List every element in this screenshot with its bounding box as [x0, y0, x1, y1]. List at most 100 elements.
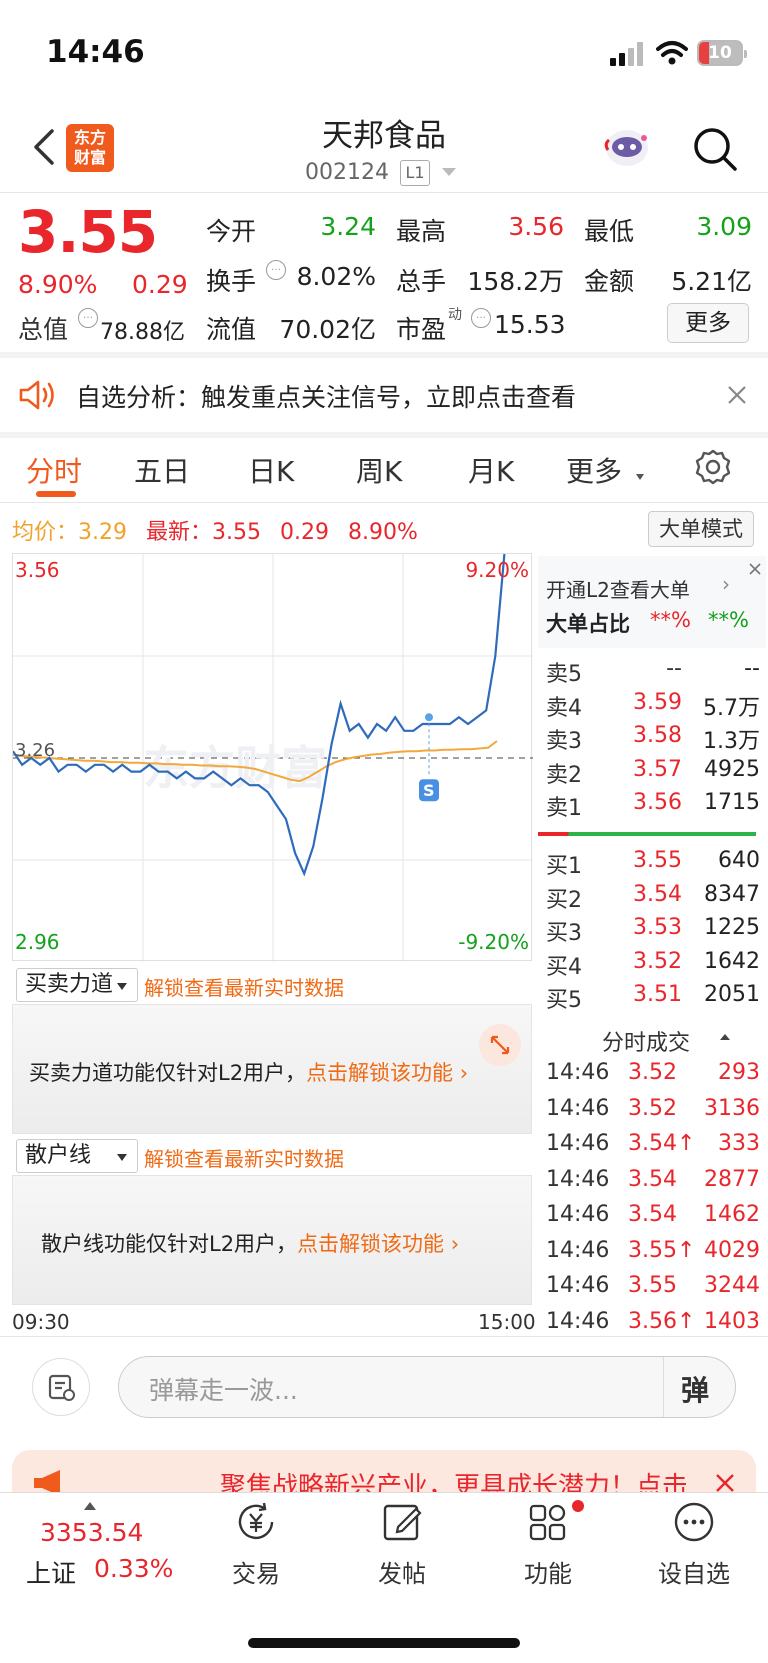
chevron-right-icon: ›: [444, 1232, 460, 1256]
indicator-select-1-label: 买卖力道: [25, 972, 114, 997]
tab-fenshi[interactable]: 分时: [26, 450, 82, 490]
ask-volume: 5.7万: [703, 695, 760, 721]
info-icon[interactable]: …: [266, 260, 286, 280]
unlock-link-2[interactable]: 点击解锁该功能: [297, 1232, 444, 1256]
tick-time: 14:46: [546, 1131, 610, 1156]
y-axis-bottom: 2.96: [15, 930, 60, 954]
index-pct[interactable]: 0.33%: [94, 1554, 173, 1583]
close-icon[interactable]: [726, 384, 748, 406]
ask-price: 3.56: [633, 790, 682, 815]
tick-price: 3.52: [628, 1060, 677, 1085]
ask-price: --: [666, 656, 682, 681]
volume-value: 158.2万: [467, 267, 564, 296]
nav-trade[interactable]: 交易: [196, 1500, 316, 1589]
tab-month-k[interactable]: 月K: [468, 450, 514, 490]
tick-time: 14:46: [546, 1237, 610, 1263]
nav-trade-label: 交易: [232, 1560, 280, 1588]
tick-volume: 293: [718, 1060, 760, 1085]
change-amount: 0.29: [132, 270, 188, 299]
tick-price: 3.52: [628, 1095, 677, 1121]
index-name[interactable]: 上证: [26, 1554, 76, 1590]
high-value: 3.56: [508, 212, 564, 241]
nav-post-label: 发帖: [378, 1560, 426, 1588]
bid-row: 买1 3.55 640: [546, 848, 760, 880]
tab-five-day[interactable]: 五日: [134, 450, 190, 490]
unlock-link-1[interactable]: 点击解锁该功能: [306, 1061, 453, 1085]
chevron-up-icon[interactable]: [720, 1034, 730, 1040]
big-order-mode-button[interactable]: 大单模式: [648, 511, 754, 547]
yuan-exchange-icon: [238, 1502, 274, 1540]
nav-func[interactable]: 功能: [488, 1500, 608, 1589]
tick-price: 3.54↑: [628, 1131, 696, 1156]
tab-week-k[interactable]: 周K: [356, 450, 402, 490]
tick-volume: 1462: [704, 1202, 760, 1227]
grid-apps-icon: [529, 1504, 566, 1541]
locked-msg-1: 买卖力道功能仅针对L2用户，点击解锁该功能 ›: [29, 1057, 468, 1087]
index-value[interactable]: 3353.54: [40, 1518, 143, 1547]
chevron-up-icon[interactable]: [84, 1502, 96, 1510]
unlock-hint-2[interactable]: 解锁查看最新实时数据: [144, 1143, 344, 1172]
indicator-select-2[interactable]: 散户线: [16, 1139, 138, 1173]
mktcap-label: 总值: [18, 315, 69, 344]
status-time: 14:46: [46, 34, 145, 70]
ask-label: 卖1: [546, 796, 582, 821]
tick-price: 3.55: [628, 1273, 677, 1298]
bid-volume: 8347: [704, 881, 760, 907]
tick-volume: 2877: [704, 1166, 760, 1192]
last-label: 最新：: [146, 520, 213, 545]
tick-row: 14:46 3.55 3244: [546, 1273, 760, 1305]
ask-label: 卖5: [546, 662, 582, 687]
unlock-hint-1[interactable]: 解锁查看最新实时数据: [144, 972, 344, 1001]
level-badge[interactable]: L1: [400, 160, 430, 186]
locked-panel-1: 买卖力道功能仅针对L2用户，点击解锁该功能 ›: [12, 1004, 532, 1134]
tab-day-k[interactable]: 日K: [248, 450, 294, 490]
close-icon[interactable]: [748, 562, 762, 576]
stock-code: 002124: [305, 160, 389, 185]
last-value: 3.55: [212, 520, 261, 545]
intraday-chart[interactable]: 东方财富 S 3.56 3.26 2.96 9.20% -9.20%: [12, 553, 533, 962]
danmu-send-button[interactable]: 弹: [681, 1369, 709, 1409]
nav-watch[interactable]: 设自选: [634, 1500, 754, 1589]
bid-price: 3.53: [633, 915, 682, 940]
indicator-select-1[interactable]: 买卖力道: [16, 968, 138, 1002]
robot-assistant-icon[interactable]: [600, 120, 654, 174]
close-icon[interactable]: [714, 1472, 736, 1494]
notice-bar[interactable]: 自选分析：触发重点关注信号，立即点击查看: [0, 358, 768, 432]
pct-axis-top: 9.20%: [465, 558, 529, 582]
locked-msg-2-text: 散户线功能仅针对L2用户，: [41, 1232, 298, 1256]
tick-row: 14:46 3.54 1462: [546, 1202, 760, 1234]
chevron-down-icon[interactable]: [442, 168, 456, 176]
settings-gear-icon[interactable]: [694, 448, 732, 486]
divider: [0, 502, 768, 503]
tick-time: 14:46: [546, 1166, 610, 1192]
l2-promo[interactable]: 开通L2查看大单 › 大单占比 **% **%: [538, 556, 766, 648]
danmu-input[interactable]: 弹幕走一波... 弹: [118, 1356, 736, 1418]
ask-label: 卖4: [546, 695, 582, 721]
danmu-settings-button[interactable]: [32, 1358, 90, 1416]
tab-more[interactable]: 更多: [566, 450, 622, 490]
tick-row: 14:46 3.52 293: [546, 1060, 760, 1092]
bid-volume: 2051: [704, 982, 760, 1007]
pe-label: 市盈: [396, 315, 447, 344]
low-label: 最低: [584, 217, 635, 246]
expand-icon[interactable]: [478, 1023, 522, 1067]
home-indicator[interactable]: [248, 1638, 520, 1648]
nav-post[interactable]: 发帖: [342, 1500, 462, 1589]
bid-row: 买3 3.53 1225: [546, 915, 760, 947]
more-quote-button[interactable]: 更多: [667, 303, 749, 343]
amount-value: 5.21亿: [671, 267, 752, 296]
open-value: 3.24: [320, 212, 376, 241]
chevron-right-icon: ›: [453, 1061, 469, 1085]
volume-label: 总手: [396, 267, 447, 296]
avg-label: 均价：: [12, 520, 79, 545]
intraday-chart-svg: 东方财富 S: [13, 554, 533, 962]
search-icon[interactable]: [692, 126, 738, 172]
edit-icon: [383, 1504, 422, 1541]
turnover-label: 换手: [206, 267, 257, 296]
pe-sup: 动: [448, 307, 462, 323]
tick-time: 14:46: [546, 1308, 610, 1334]
info-icon[interactable]: …: [471, 308, 491, 328]
x-axis-start: 09:30: [12, 1310, 70, 1334]
ask-label: 卖3: [546, 729, 582, 754]
info-icon[interactable]: …: [78, 308, 98, 328]
